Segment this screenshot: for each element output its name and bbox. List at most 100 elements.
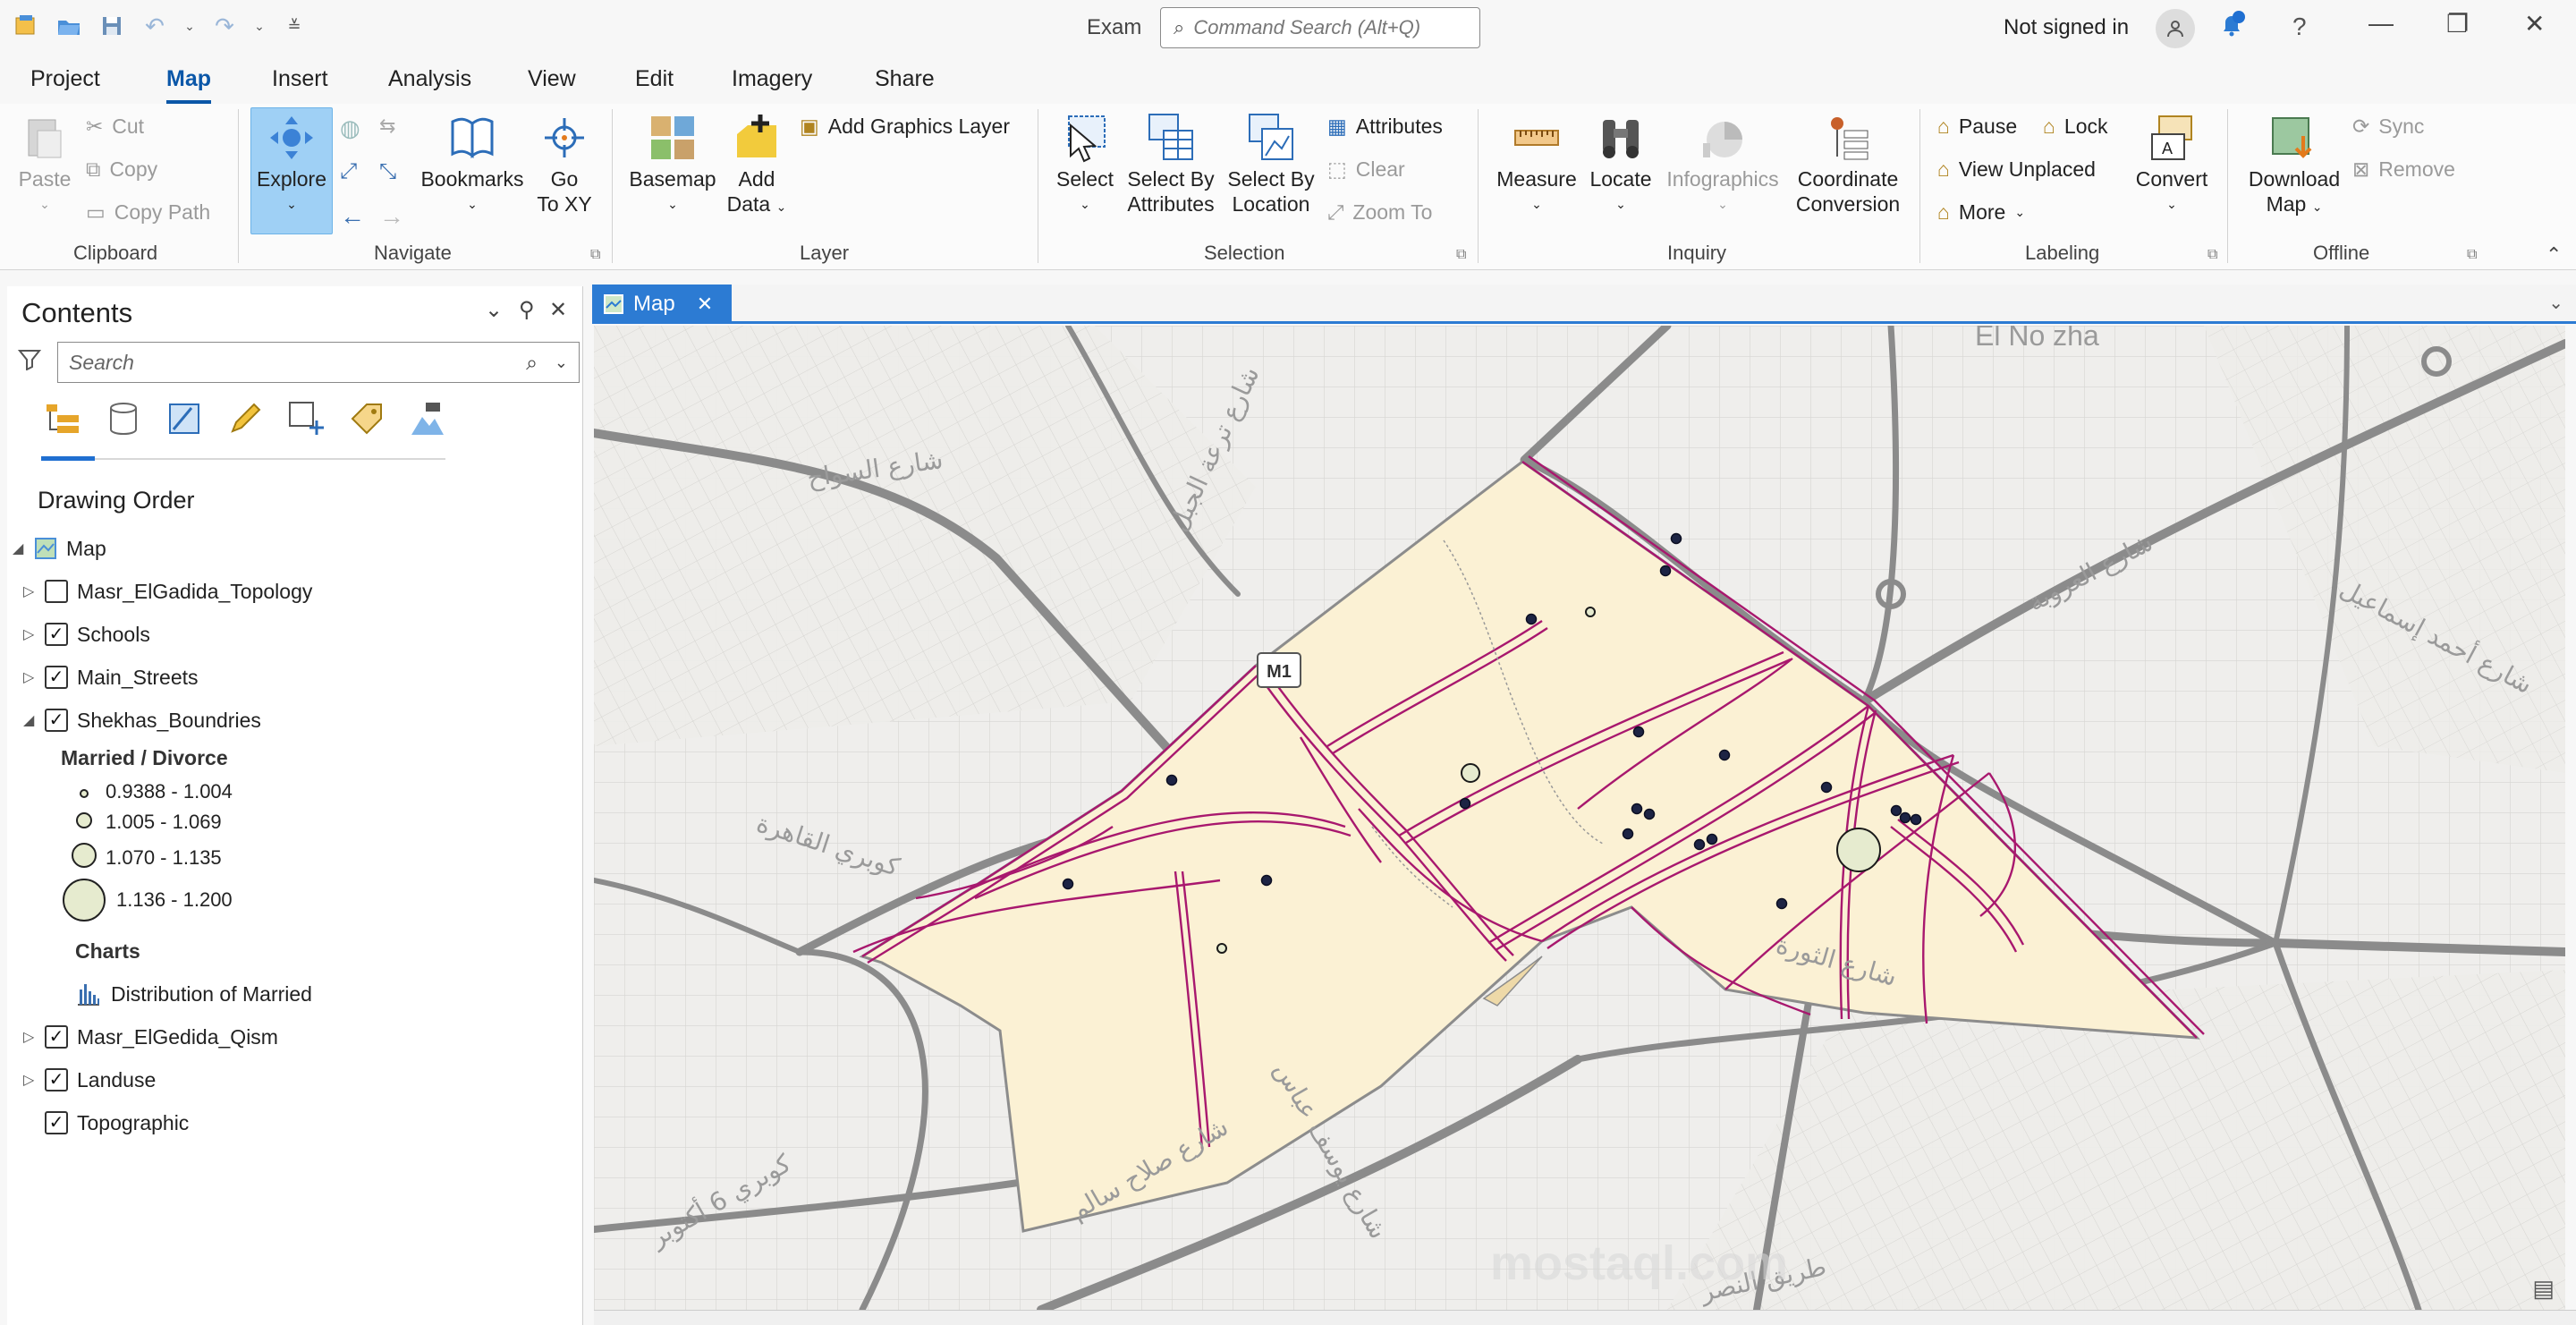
locate-button[interactable]: Locate ⌄ (1583, 113, 1658, 217)
ratio-symbol-large[interactable] (1836, 828, 1881, 872)
measure-button[interactable]: Measure ⌄ (1490, 113, 1583, 217)
select-by-location-button[interactable]: Select By Location (1222, 113, 1320, 217)
remove-offline-button[interactable]: ⊠ Remove (2352, 157, 2455, 182)
school-point[interactable] (1643, 808, 1656, 820)
ratio-symbol-medium[interactable] (1461, 763, 1480, 783)
copy-path-button[interactable]: ▭ Copy Path (86, 200, 210, 225)
expand-triangle-icon[interactable]: ▷ (23, 1071, 36, 1089)
more-labeling-button[interactable]: ⌂ More ⌄ (1937, 200, 2025, 225)
add-graphics-layer-button[interactable]: ▣ Add Graphics Layer (800, 115, 1010, 139)
expand-triangle-icon[interactable]: ▷ (23, 625, 36, 643)
fixed-zoom-icon[interactable]: ⤡ (379, 159, 396, 184)
school-point[interactable] (1459, 797, 1471, 810)
expand-triangle-icon[interactable]: ▷ (23, 1028, 36, 1046)
sync-views-icon[interactable]: ⇆ (379, 115, 395, 138)
layer-visibility-checkbox[interactable]: ✓ (45, 666, 68, 689)
school-point[interactable] (1899, 811, 1911, 824)
search-icon[interactable]: ⌕ (526, 351, 538, 375)
offline-launcher-icon[interactable]: ⧉ (2467, 247, 2477, 263)
previous-extent-icon[interactable]: ← (340, 202, 365, 231)
copy-button[interactable]: ⧉ Copy (86, 157, 157, 182)
chart-item[interactable]: Distribution of Married (75, 979, 312, 1009)
list-by-selection-icon[interactable] (165, 399, 204, 438)
tab-edit[interactable]: Edit (635, 66, 674, 92)
pin-icon[interactable]: ⚲ (519, 297, 535, 323)
paste-button[interactable]: Paste ⌄ (11, 113, 79, 217)
redo-icon[interactable]: ↷ (211, 13, 238, 39)
list-by-labeling-icon[interactable] (347, 399, 386, 438)
layer-row[interactable]: ▷ ✓ Main_Streets (23, 662, 199, 692)
ratio-symbol-small[interactable] (1585, 607, 1596, 617)
tab-share[interactable]: Share (875, 66, 935, 92)
layer-visibility-checkbox[interactable]: ✓ (45, 1111, 68, 1134)
layer-row[interactable]: ▷ ✓ Landuse (23, 1065, 156, 1095)
expand-triangle-icon[interactable]: ▷ (23, 582, 36, 600)
list-by-perspective-imagery-icon[interactable] (408, 399, 447, 438)
tab-list-dropdown-icon[interactable]: ⌄ (2548, 292, 2563, 314)
next-extent-icon[interactable]: → (379, 202, 404, 231)
tab-view[interactable]: View (528, 66, 576, 92)
tab-insert[interactable]: Insert (272, 66, 328, 92)
map-canvas[interactable]: M1 El No zha شارع السواح شارع ترعة الجبل… (594, 326, 2565, 1310)
contents-options-icon[interactable]: ⌄ (485, 297, 503, 323)
explore-button[interactable]: Explore ⌄ (252, 113, 331, 217)
add-data-button[interactable]: Add Data ⌄ (723, 113, 791, 219)
filter-icon[interactable] (17, 347, 42, 377)
select-button[interactable]: Select ⌄ (1046, 113, 1123, 217)
selection-launcher-icon[interactable]: ⧉ (1456, 247, 1466, 263)
view-unplaced-button[interactable]: ⌂ View Unplaced (1937, 157, 2096, 182)
tab-imagery[interactable]: Imagery (732, 66, 812, 92)
zoom-to-selection-button[interactable]: ⤢ Zoom To (1327, 200, 1432, 225)
collapse-triangle-icon[interactable]: ◢ (13, 539, 25, 557)
list-by-source-icon[interactable] (104, 399, 143, 438)
pause-labeling-button[interactable]: ⌂ Pause (1937, 115, 2017, 139)
attributes-button[interactable]: ▦ Attributes (1327, 115, 1443, 139)
save-project-icon[interactable] (98, 13, 125, 39)
clear-selection-button[interactable]: ⬚ Clear (1327, 157, 1405, 182)
school-point[interactable] (1706, 833, 1718, 845)
school-point[interactable] (1670, 532, 1682, 545)
school-point[interactable] (1062, 878, 1074, 890)
school-point[interactable] (1525, 613, 1538, 625)
layer-visibility-checkbox[interactable]: ✓ (45, 623, 68, 646)
layer-visibility-checkbox[interactable] (45, 580, 68, 603)
download-map-button[interactable]: Download Map ⌄ (2238, 113, 2351, 219)
layer-visibility-checkbox[interactable]: ✓ (45, 709, 68, 732)
bookmarks-button[interactable]: Bookmarks ⌄ (417, 113, 528, 217)
close-tab-icon[interactable]: ✕ (697, 293, 713, 316)
collapse-ribbon-icon[interactable]: ⌃ (2546, 243, 2562, 267)
school-point[interactable] (1260, 874, 1273, 887)
school-point[interactable] (1775, 897, 1788, 910)
contents-search-input[interactable]: Search ⌕ ⌄ (57, 342, 580, 383)
map-view[interactable]: M1 El No zha شارع السواح شارع ترعة الجبل… (594, 326, 2565, 1310)
close-pane-icon[interactable]: ✕ (549, 297, 567, 323)
command-search[interactable]: ⌕ Command Search (Alt+Q) (1160, 7, 1480, 48)
sign-in-status[interactable]: Not signed in (2004, 15, 2129, 40)
layer-row[interactable]: ▷ ✓ Masr_ElGedida_Qism (23, 1022, 278, 1052)
school-point[interactable] (1631, 803, 1643, 815)
redo-dropdown-icon[interactable]: ⌄ (254, 13, 265, 39)
school-point[interactable] (1622, 828, 1634, 840)
layer-visibility-checkbox[interactable]: ✓ (45, 1025, 68, 1049)
school-point[interactable] (1890, 804, 1902, 817)
new-project-icon[interactable] (13, 13, 39, 39)
go-to-xy-button[interactable]: Go To XY (533, 113, 596, 217)
school-point[interactable] (1820, 781, 1833, 794)
expand-triangle-icon[interactable]: ▷ (23, 668, 36, 686)
collapse-triangle-icon[interactable]: ◢ (23, 711, 36, 729)
tab-project[interactable]: Project (30, 66, 100, 92)
school-point[interactable] (1659, 565, 1672, 577)
school-point[interactable] (1910, 813, 1922, 826)
navigate-launcher-icon[interactable]: ⧉ (590, 247, 600, 263)
select-by-attributes-button[interactable]: Select By Attributes (1122, 113, 1220, 217)
school-point[interactable] (1693, 838, 1706, 851)
school-point[interactable] (1165, 774, 1178, 786)
coordinate-conversion-button[interactable]: Coordinate Conversion (1785, 113, 1911, 217)
help-icon[interactable]: ? (2292, 13, 2307, 41)
tab-analysis[interactable]: Analysis (388, 66, 471, 92)
close-window-icon[interactable]: ✕ (2524, 9, 2545, 38)
sync-button[interactable]: ⟳ Sync (2352, 115, 2424, 139)
infographics-button[interactable]: Infographics ⌄ (1662, 113, 1784, 217)
map-chat-icon[interactable]: ▤ (2532, 1275, 2555, 1303)
restore-icon[interactable]: ❐ (2446, 9, 2469, 38)
